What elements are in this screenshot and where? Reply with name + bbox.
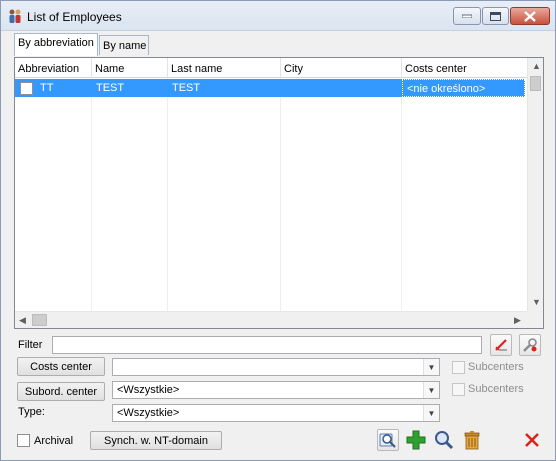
delete-button[interactable] [461, 429, 483, 451]
vertical-scrollbar[interactable]: ▲ ▼ [527, 58, 543, 311]
type-label: Type: [18, 406, 45, 418]
subord-center-button[interactable]: Subord. center [17, 382, 105, 401]
chevron-down-icon[interactable]: ▼ [423, 382, 439, 398]
type-value: <Wszystkie> [117, 407, 180, 419]
table-header: Abbreviation Name Last name City Costs c… [15, 58, 527, 78]
table-row[interactable]: TT TEST TEST <nie określono> [15, 79, 525, 97]
costs-center-combo[interactable]: ▼ [112, 358, 440, 376]
archival-label: Archival [34, 435, 74, 447]
column-divider [280, 78, 281, 311]
subord-center-subcenters-checkbox[interactable] [452, 383, 465, 396]
close-icon [525, 433, 539, 447]
type-combo[interactable]: <Wszystkie> ▼ [112, 404, 440, 422]
add-button[interactable] [405, 429, 427, 451]
scroll-corner [527, 311, 543, 328]
cell-costs-center: <nie określono> [402, 79, 525, 97]
horizontal-scrollbar[interactable]: ◀ ▶ [15, 311, 527, 328]
costs-center-subcenters-label: Subcenters [468, 361, 524, 373]
filter-wrench-icon [523, 338, 537, 352]
scroll-up-icon[interactable]: ▲ [532, 62, 541, 71]
costs-center-subcenters-checkbox[interactable] [452, 361, 465, 374]
cell-abbreviation: TT [40, 82, 54, 94]
column-header-city[interactable]: City [281, 58, 402, 78]
column-header-abbreviation[interactable]: Abbreviation [15, 58, 92, 78]
clear-filter-button[interactable] [490, 334, 512, 356]
employees-table[interactable]: Abbreviation Name Last name City Costs c… [14, 57, 544, 329]
employees-icon [7, 8, 23, 24]
row-checkbox[interactable] [20, 82, 33, 95]
trash-icon [464, 431, 480, 450]
window-title: List of Employees [27, 10, 122, 24]
filter-settings-button[interactable] [519, 334, 541, 356]
tab-by-name[interactable]: By name [99, 35, 149, 55]
scroll-down-icon[interactable]: ▼ [532, 298, 541, 307]
magnifier-preview-icon [379, 433, 396, 448]
column-header-costs-center[interactable]: Costs center [402, 58, 527, 78]
cell-city [281, 79, 402, 97]
cell-last-name: TEST [172, 82, 201, 94]
costs-center-button[interactable]: Costs center [17, 357, 105, 376]
scroll-right-icon[interactable]: ▶ [514, 316, 521, 325]
subord-center-subcenters-label: Subcenters [468, 383, 524, 395]
minimize-icon [462, 14, 472, 18]
scroll-left-icon[interactable]: ◀ [19, 316, 26, 325]
column-header-name[interactable]: Name [92, 58, 168, 78]
chevron-down-icon[interactable]: ▼ [423, 359, 439, 375]
close-button[interactable] [521, 429, 543, 451]
search-icon [435, 431, 454, 450]
column-divider [401, 78, 402, 311]
column-header-last-name[interactable]: Last name [168, 58, 281, 78]
cell-name: TEST [96, 82, 125, 94]
subord-center-value: <Wszystkie> [117, 384, 180, 396]
archival-checkbox[interactable] [17, 434, 30, 447]
column-divider [91, 78, 92, 311]
close-window-button[interactable] [510, 7, 550, 25]
preview-button[interactable] [377, 429, 399, 451]
column-divider [167, 78, 168, 311]
minimize-button[interactable] [453, 7, 481, 25]
subord-center-combo[interactable]: <Wszystkie> ▼ [112, 381, 440, 399]
horizontal-scroll-thumb[interactable] [32, 314, 47, 326]
plus-icon [406, 430, 426, 450]
chevron-down-icon[interactable]: ▼ [423, 405, 439, 421]
maximize-button[interactable] [482, 7, 509, 25]
search-button[interactable] [433, 429, 455, 451]
synch-nt-domain-button[interactable]: Synch. w. NT-domain [90, 431, 222, 450]
title-bar: List of Employees [1, 1, 555, 31]
employees-window: List of Employees By abbreviation By nam… [0, 0, 556, 461]
vertical-scroll-thumb[interactable] [530, 76, 541, 91]
filter-input[interactable] [52, 336, 482, 354]
filter-label: Filter [18, 339, 43, 351]
clear-filter-icon [495, 339, 507, 351]
close-icon [524, 10, 536, 22]
tab-by-abbreviation[interactable]: By abbreviation [14, 33, 98, 56]
maximize-icon [490, 11, 501, 21]
